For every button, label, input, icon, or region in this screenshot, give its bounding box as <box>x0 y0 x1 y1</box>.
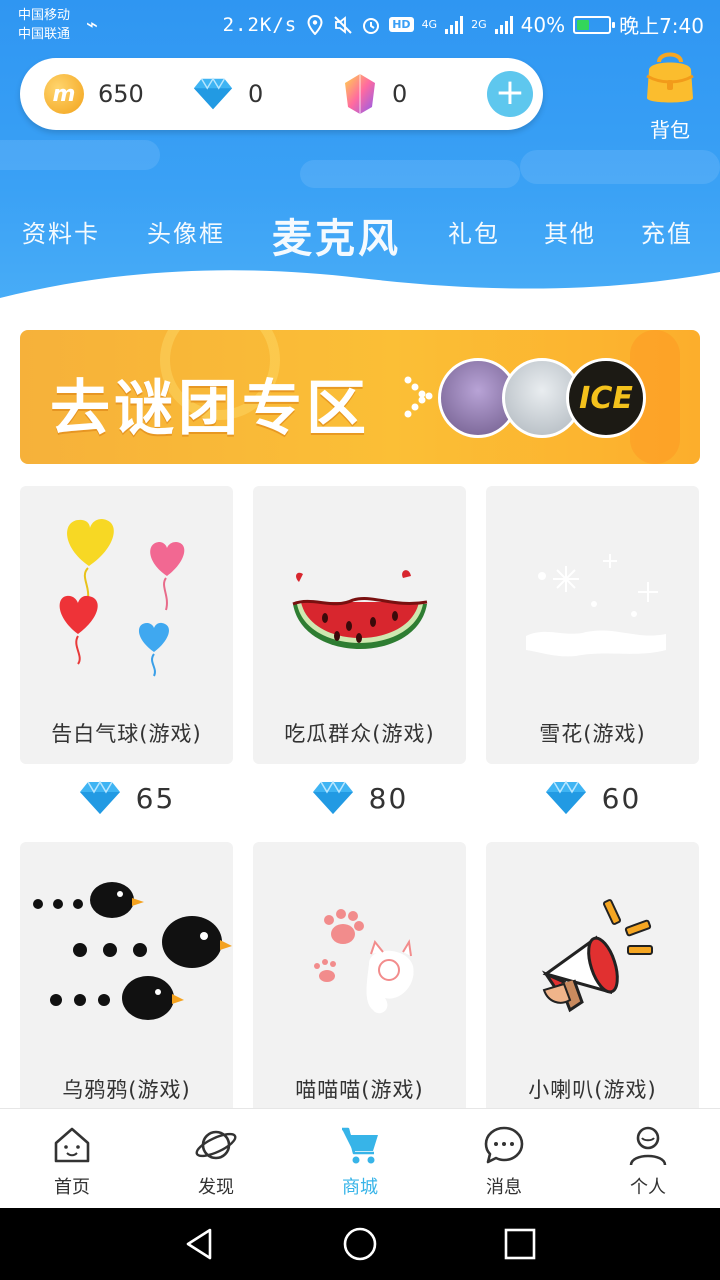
carrier-1: 中国移动 <box>18 8 71 23</box>
crystal-balance: 0 <box>342 58 407 130</box>
battery-percent: 40% <box>520 12 566 37</box>
item-card[interactable]: 告白气球(游戏) <box>20 486 233 764</box>
signal-icon <box>494 15 513 34</box>
coin-icon: m <box>44 74 84 114</box>
nav-profile[interactable]: 个人 <box>598 1123 698 1199</box>
recent-apps-icon[interactable] <box>502 1226 538 1262</box>
diamond-icon <box>79 780 120 814</box>
tab-other[interactable]: 其他 <box>544 214 596 249</box>
tab-microphone[interactable]: 麦克风 <box>272 206 401 264</box>
tab-profile-card[interactable]: 资料卡 <box>22 214 100 249</box>
item-name: 喵喵喵(游戏) <box>295 1078 424 1102</box>
location-icon <box>307 14 323 35</box>
banner-title: 去谜团专区 <box>50 374 370 444</box>
system-nav-bar <box>0 1208 720 1280</box>
crow-icon <box>33 882 232 1020</box>
cat-paw-icon <box>314 909 414 1014</box>
nav-label: 发现 <box>198 1177 234 1198</box>
item-name: 告白气球(游戏) <box>51 722 202 746</box>
cloud-decoration <box>0 140 160 170</box>
nav-messages[interactable]: 消息 <box>454 1123 554 1199</box>
crystal-count: 0 <box>392 80 408 108</box>
diamond-balance: 0 <box>192 58 263 130</box>
item-card[interactable]: 吃瓜群众(游戏) <box>253 486 466 764</box>
item-name: 小喇叭(游戏) <box>528 1078 657 1102</box>
price-value: 65 <box>135 781 176 815</box>
avatar: ICE <box>566 358 646 438</box>
diamond-count: 0 <box>248 80 264 108</box>
watermelon-icon <box>292 570 428 649</box>
mute-icon <box>334 15 352 34</box>
coin-balance: m 650 <box>44 58 144 130</box>
carrier-2: 中国联通 <box>18 27 71 42</box>
diamond-icon <box>312 780 353 814</box>
tab-gift-pack[interactable]: 礼包 <box>448 214 500 249</box>
planet-icon <box>195 1130 237 1160</box>
back-icon[interactable] <box>182 1226 218 1262</box>
battery-icon <box>573 15 616 34</box>
nav-label: 商城 <box>342 1177 378 1198</box>
cart-icon <box>342 1127 378 1164</box>
item-name: 乌鸦鸦(游戏) <box>62 1078 191 1102</box>
network-type-2: 2G <box>471 17 487 31</box>
network-type-1: 4G <box>421 17 438 31</box>
price-value: 80 <box>368 781 409 815</box>
item-name: 雪花(游戏) <box>539 722 646 746</box>
nav-shop[interactable]: 商城 <box>310 1123 410 1199</box>
home-circle-icon[interactable] <box>342 1226 378 1262</box>
mystery-zone-banner[interactable]: 去谜团专区 ICE <box>20 330 700 464</box>
diamond-icon <box>545 780 586 814</box>
item-card[interactable]: 雪花(游戏) <box>486 486 699 764</box>
balloon-icon <box>59 519 185 677</box>
home-icon <box>54 1127 90 1163</box>
signal-icon <box>445 15 464 34</box>
hd-badge: HD <box>389 17 414 32</box>
tab-recharge[interactable]: 充值 <box>641 214 693 249</box>
tab-avatar-frame[interactable]: 头像框 <box>147 214 225 249</box>
arrow-right-icon <box>404 376 433 418</box>
nav-label: 个人 <box>630 1177 666 1198</box>
message-icon <box>484 1126 524 1164</box>
cloud-decoration <box>520 150 720 184</box>
diamond-icon <box>193 77 233 110</box>
status-bar: 中国移动 中国联通 ⌁ 2.2K/s HD 4G 2G 40% 晚上7:40 <box>0 0 720 50</box>
nav-label: 消息 <box>486 1177 522 1198</box>
recharge-plus-button[interactable]: + <box>487 71 533 117</box>
carrier-info: 中国移动 中国联通 <box>18 6 70 44</box>
item-card[interactable]: 小喇叭(游戏) <box>486 842 699 1120</box>
item-card[interactable]: 喵喵喵(游戏) <box>253 842 466 1120</box>
usb-icon: ⌁ <box>86 12 99 36</box>
nav-discover[interactable]: 发现 <box>166 1123 266 1199</box>
wallet-capsule: m 650 0 0 + <box>20 58 543 130</box>
nav-home[interactable]: 首页 <box>22 1123 122 1199</box>
snowflake-icon <box>526 554 666 657</box>
cloud-decoration <box>300 160 520 188</box>
person-icon <box>629 1126 667 1166</box>
header: 中国移动 中国联通 ⌁ 2.2K/s HD 4G 2G 40% 晚上7:40 m… <box>0 0 720 310</box>
item-card[interactable]: 乌鸦鸦(游戏) <box>20 842 233 1120</box>
backpack-button[interactable]: 背包 <box>640 48 700 143</box>
network-speed: 2.2K/s <box>222 13 298 36</box>
item-price: 65 <box>20 778 233 818</box>
nav-label: 首页 <box>54 1177 90 1198</box>
crystal-icon <box>345 74 375 114</box>
megaphone-icon <box>541 899 653 1013</box>
price-value: 60 <box>601 781 642 815</box>
category-tabs: 资料卡 头像框 麦克风 礼包 其他 充值 <box>0 200 720 270</box>
coin-count: 650 <box>98 80 144 108</box>
bottom-navigation: 首页 发现 商城 消息 个人 <box>0 1108 720 1208</box>
clock: 晚上7:40 <box>619 14 704 38</box>
status-right: 2.2K/s HD 4G 2G 40% 晚上7:40 <box>223 10 704 39</box>
item-price: 80 <box>253 778 466 818</box>
backpack-icon <box>646 52 694 103</box>
backpack-label: 背包 <box>650 118 690 142</box>
alarm-icon <box>363 17 380 34</box>
avatar-badge-text: ICE <box>579 380 633 416</box>
item-name: 吃瓜群众(游戏) <box>284 722 435 746</box>
item-price: 60 <box>486 778 699 818</box>
